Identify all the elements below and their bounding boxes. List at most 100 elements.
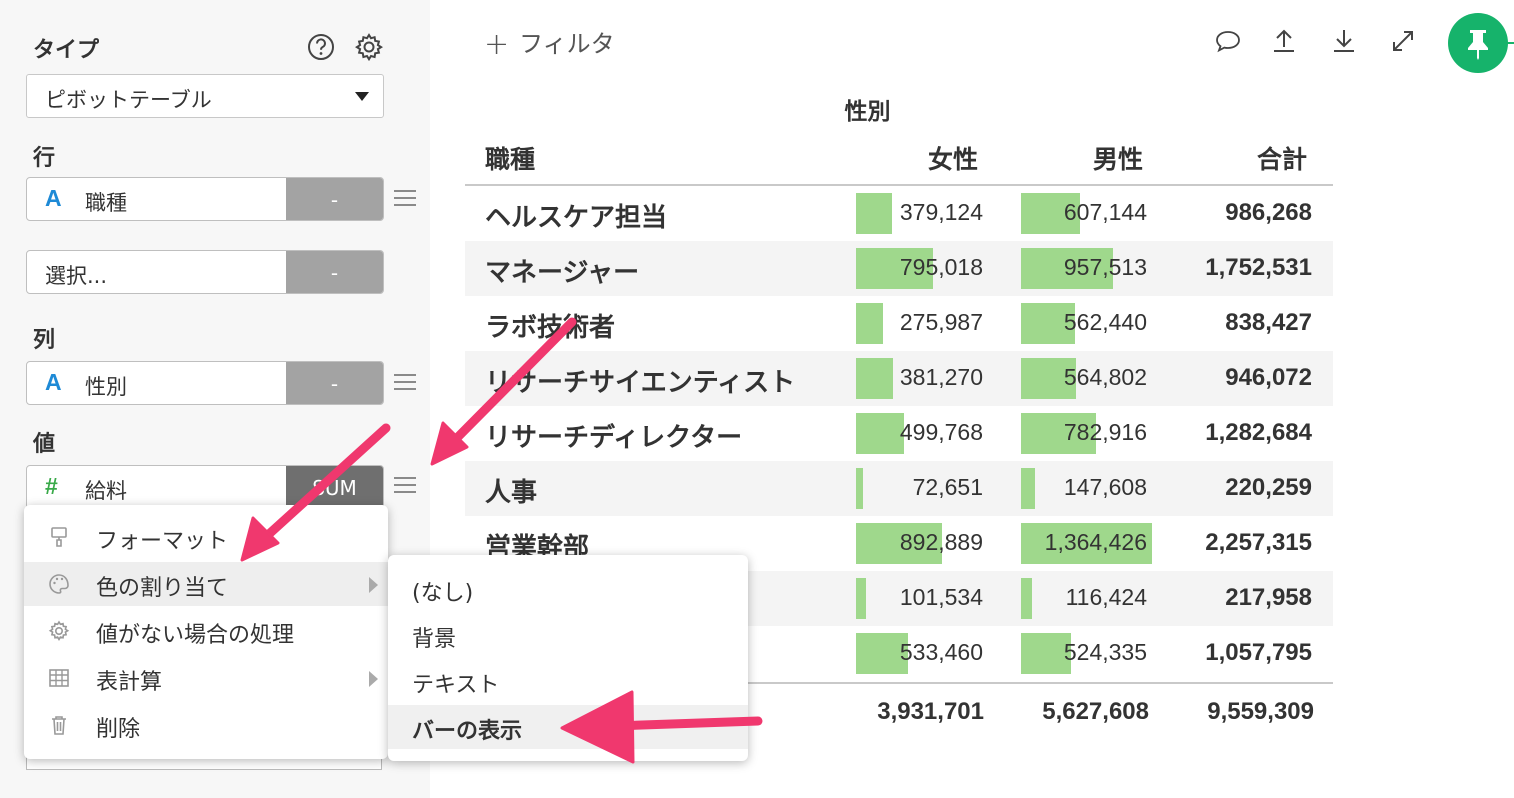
table-row: ラボ技術者 275,987 562,440 838,427 — [465, 296, 1333, 351]
submenu-arrow-icon — [369, 577, 378, 593]
male-value: 607,144 — [1063, 199, 1147, 225]
menu-item-label: 削除 — [96, 717, 141, 742]
female-value: 499,768 — [899, 419, 983, 445]
chevron-down-icon — [355, 92, 369, 101]
total-value: 1,752,531 — [1205, 254, 1312, 281]
submenu-arrow-icon — [369, 671, 378, 687]
rows-label: 行 — [33, 146, 56, 171]
submenu-item-show-bar[interactable]: バーの表示 — [388, 705, 748, 749]
menu-item-label: 値がない場合の処理 — [96, 623, 295, 648]
menu-item-table-calculation[interactable]: 表計算 — [24, 656, 388, 700]
trash-icon — [52, 716, 66, 735]
male-bar — [1021, 578, 1032, 619]
row-field-occupation[interactable]: A 職種 - — [26, 177, 384, 221]
row-field-name: 職種 — [85, 191, 127, 215]
female-value: 379,124 — [899, 199, 983, 225]
chart-type-select[interactable]: ピボットテーブル — [26, 74, 384, 118]
pin-button[interactable] — [1448, 13, 1508, 73]
annotation-arrowhead — [430, 421, 469, 466]
submenu-item-label: 背景 — [412, 627, 457, 652]
value-field-salary[interactable]: # 給料 SUM — [26, 465, 384, 509]
total-value: 838,427 — [1225, 309, 1312, 336]
female-bar — [856, 193, 892, 234]
column-field-menu-icon[interactable] — [394, 374, 416, 392]
male-value: 116,424 — [1065, 584, 1147, 610]
menu-item-color-assignment[interactable]: 色の割り当て — [24, 562, 388, 606]
row-placeholder-text: 選択... — [45, 264, 108, 288]
column-field-gender[interactable]: A 性別 - — [26, 361, 384, 405]
female-grand-total: 3,931,701 — [877, 698, 984, 725]
text-type-icon: A — [45, 369, 62, 395]
female-value: 381,270 — [899, 364, 983, 390]
submenu-item-label: バーの表示 — [412, 719, 523, 744]
help-icon[interactable] — [306, 32, 336, 62]
male-value: 957,513 — [1063, 254, 1147, 280]
submenu-item-label: (なし) — [412, 581, 474, 606]
female-value: 533,460 — [899, 639, 983, 665]
expand-icon[interactable] — [1388, 26, 1418, 56]
row-label: ラボ技術者 — [485, 313, 616, 343]
pin-connector — [1506, 42, 1514, 44]
row-label: リサーチディレクター — [485, 423, 743, 453]
header-total: 合計 — [1257, 145, 1308, 174]
row-label: 人事 — [485, 478, 538, 508]
total-value: 1,057,795 — [1205, 639, 1312, 666]
column-field-agg-button[interactable]: - — [286, 362, 383, 404]
female-bar — [856, 303, 883, 344]
paint-roller-icon — [51, 527, 67, 547]
upload-icon[interactable] — [1269, 26, 1299, 56]
color-assignment-submenu: (なし) 背景 テキスト バーの表示 — [388, 555, 748, 761]
male-value: 147,608 — [1063, 474, 1147, 500]
table-row: リサーチディレクター 499,768 782,916 1,282,684 — [465, 406, 1333, 461]
table-row: 人事 72,651 147,608 220,259 — [465, 461, 1333, 516]
row-field-placeholder[interactable]: 選択... - — [26, 250, 384, 294]
add-filter-button[interactable]: + フィルタ — [484, 24, 615, 62]
columns-label: 列 — [33, 328, 56, 353]
total-value: 946,072 — [1225, 364, 1312, 391]
menu-item-missing-values[interactable]: 値がない場合の処理 — [24, 609, 388, 653]
header-female: 女性 — [928, 145, 979, 174]
row-label: リサーチサイエンティスト — [485, 368, 796, 398]
female-value: 72,651 — [912, 474, 983, 500]
menu-item-delete[interactable]: 削除 — [24, 703, 388, 747]
total-value: 986,268 — [1225, 199, 1312, 226]
row-placeholder-agg-button[interactable]: - — [286, 251, 383, 293]
table-row: リサーチサイエンティスト 381,270 564,802 946,072 — [465, 351, 1333, 406]
settings-gear-icon[interactable] — [354, 32, 384, 62]
female-value: 795,018 — [899, 254, 983, 280]
column-group-header: 性別 — [844, 99, 891, 125]
female-bar — [856, 413, 904, 454]
row-field-menu-icon[interactable] — [394, 190, 416, 208]
value-field-context-menu: フォーマット 色の割り当て 値がない場合の処理 表計算 削除 — [24, 505, 388, 759]
submenu-item-text[interactable]: テキスト — [388, 659, 748, 703]
menu-item-format[interactable]: フォーマット — [24, 515, 388, 559]
row-field-agg-button[interactable]: - — [286, 178, 383, 220]
male-value: 562,440 — [1063, 309, 1147, 335]
submenu-item-background[interactable]: 背景 — [388, 613, 748, 657]
grand-total: 9,559,309 — [1207, 698, 1314, 725]
menu-item-label: フォーマット — [96, 529, 229, 554]
table-row: マネージャー 795,018 957,513 1,752,531 — [465, 241, 1333, 296]
male-grand-total: 5,627,608 — [1042, 698, 1149, 725]
download-icon[interactable] — [1329, 26, 1359, 56]
table-icon — [49, 669, 69, 687]
row-label: マネージャー — [485, 258, 640, 288]
total-value: 1,282,684 — [1205, 419, 1312, 446]
comment-icon[interactable] — [1213, 26, 1243, 56]
female-bar — [856, 358, 893, 399]
text-type-icon: A — [45, 185, 62, 211]
column-field-name: 性別 — [85, 375, 127, 399]
table-row: ヘルスケア担当 379,124 607,144 986,268 — [465, 186, 1333, 241]
female-value: 101,534 — [899, 584, 983, 610]
male-value: 1,364,426 — [1044, 529, 1147, 555]
menu-item-label: 色の割り当て — [96, 576, 229, 601]
value-field-menu-icon[interactable] — [394, 477, 416, 495]
total-value: 220,259 — [1225, 474, 1312, 501]
total-value: 217,958 — [1225, 584, 1312, 611]
submenu-item-none[interactable]: (なし) — [388, 567, 748, 611]
type-label: タイプ — [33, 38, 100, 63]
male-bar — [1021, 468, 1035, 509]
female-bar — [856, 468, 863, 509]
palette-icon — [49, 574, 69, 594]
value-field-agg-button[interactable]: SUM — [286, 466, 383, 508]
